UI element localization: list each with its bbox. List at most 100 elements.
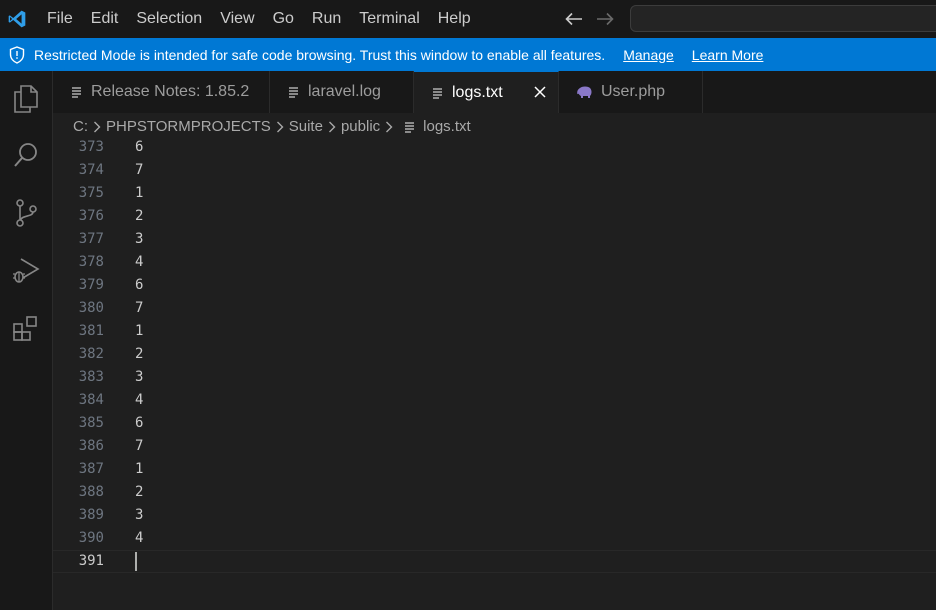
editor-line[interactable]: 380 7 <box>53 297 936 320</box>
editor-line[interactable]: 379 6 <box>53 274 936 297</box>
extensions-icon[interactable] <box>0 306 52 352</box>
line-text: 2 <box>135 208 144 224</box>
tab-user-php[interactable]: User.php <box>559 71 703 113</box>
lines-icon <box>432 87 444 99</box>
editor-line[interactable]: 374 7 <box>53 159 936 182</box>
line-number: 379 <box>78 277 104 293</box>
editor-line[interactable]: 382 2 <box>53 343 936 366</box>
banner-message: Restricted Mode is intended for safe cod… <box>34 46 606 63</box>
menu-run[interactable]: Run <box>303 0 350 38</box>
breadcrumb-item[interactable]: C: <box>73 118 88 135</box>
text-editor[interactable]: 373 6 374 7 375 1 376 2 377 3 378 4 379 6 380 7 381 1 382 2… <box>53 140 936 610</box>
tab-laravel-log[interactable]: laravel.log <box>270 71 414 113</box>
learn-more-link[interactable]: Learn More <box>692 47 764 63</box>
editor-line[interactable]: 375 1 <box>53 182 936 205</box>
line-number: 374 <box>78 162 104 178</box>
breadcrumb-item[interactable]: PHPSTORMPROJECTS <box>106 118 271 135</box>
editor-line[interactable]: 390 4 <box>53 527 936 550</box>
editor-line[interactable]: 381 1 <box>53 320 936 343</box>
line-text: 6 <box>135 415 144 431</box>
line-number: 384 <box>78 392 104 408</box>
menu-help[interactable]: Help <box>429 0 480 38</box>
menu-go[interactable]: Go <box>264 0 303 38</box>
vscode-logo-icon <box>0 0 34 38</box>
line-text: 3 <box>135 507 144 523</box>
line-number: 380 <box>78 300 104 316</box>
line-text: 7 <box>135 162 144 178</box>
line-number: 387 <box>78 461 104 477</box>
line-number: 375 <box>78 185 104 201</box>
editor-line[interactable]: 376 2 <box>53 205 936 228</box>
menu-edit[interactable]: Edit <box>82 0 128 38</box>
line-text: 1 <box>135 461 144 477</box>
line-number: 382 <box>78 346 104 362</box>
editor-line[interactable]: 385 6 <box>53 412 936 435</box>
source-control-icon[interactable] <box>0 190 52 236</box>
breadcrumb: C: PHPSTORMPROJECTS Suite public logs.tx… <box>53 113 936 140</box>
line-number: 389 <box>78 507 104 523</box>
line-number: 381 <box>78 323 104 339</box>
line-text: 7 <box>135 300 144 316</box>
line-number: 385 <box>78 415 104 431</box>
line-text: 7 <box>135 438 144 454</box>
editor-line[interactable]: 384 4 <box>53 389 936 412</box>
menu-terminal[interactable]: Terminal <box>350 0 428 38</box>
editor-line[interactable]: 386 7 <box>53 435 936 458</box>
chevron-right-icon <box>385 121 393 133</box>
editor-line[interactable]: 383 3 <box>53 366 936 389</box>
line-number: 377 <box>78 231 104 247</box>
lines-icon <box>288 86 300 98</box>
lines-icon <box>71 86 83 98</box>
line-number: 386 <box>78 438 104 454</box>
text-cursor <box>135 552 137 571</box>
line-text: 4 <box>135 392 144 408</box>
editor-tabs: Release Notes: 1.85.2 laravel.log logs.t… <box>53 71 936 113</box>
breadcrumb-item: logs.txt <box>423 118 471 135</box>
editor-line[interactable]: 389 3 <box>53 504 936 527</box>
manage-link[interactable]: Manage <box>623 47 674 63</box>
menu-file[interactable]: File <box>38 0 82 38</box>
menu-view[interactable]: View <box>211 0 263 38</box>
editor-line[interactable]: 391 <box>53 550 936 573</box>
editor-line[interactable]: 373 6 <box>53 140 936 159</box>
forward-arrow-icon[interactable] <box>594 9 616 29</box>
tab-label: User.php <box>601 83 666 100</box>
line-number: 390 <box>78 530 104 546</box>
chevron-right-icon <box>276 121 284 133</box>
line-number: 373 <box>78 140 104 155</box>
menu-selection[interactable]: Selection <box>127 0 211 38</box>
chevron-right-icon <box>93 121 101 133</box>
line-text: 6 <box>135 140 144 155</box>
breadcrumb-item[interactable]: public <box>341 118 380 135</box>
tab-release-notes[interactable]: Release Notes: 1.85.2 <box>53 71 270 113</box>
line-text: 4 <box>135 254 144 270</box>
editor-line[interactable]: 378 4 <box>53 251 936 274</box>
line-number: 383 <box>78 369 104 385</box>
line-number: 391 <box>78 553 104 569</box>
explorer-icon[interactable] <box>0 76 52 122</box>
search-icon[interactable] <box>0 132 52 178</box>
tab-label: logs.txt <box>452 83 503 101</box>
lines-icon <box>404 121 416 133</box>
breadcrumb-item[interactable]: Suite <box>289 118 323 135</box>
line-number: 378 <box>78 254 104 270</box>
shield-icon <box>9 45 25 64</box>
title-bar: File Edit Selection View Go Run Terminal… <box>0 0 936 38</box>
editor-line[interactable]: 377 3 <box>53 228 936 251</box>
back-arrow-icon[interactable] <box>563 9 585 29</box>
line-text: 1 <box>135 185 144 201</box>
tab-logs-txt[interactable]: logs.txt <box>414 71 559 113</box>
editor-line[interactable]: 387 1 <box>53 458 936 481</box>
tab-label: Release Notes: 1.85.2 <box>91 83 250 100</box>
line-text: 2 <box>135 484 144 500</box>
line-text: 3 <box>135 369 144 385</box>
command-center-search[interactable] <box>630 5 936 32</box>
run-debug-icon[interactable] <box>0 247 52 293</box>
restricted-mode-banner: Restricted Mode is intended for safe cod… <box>0 38 936 71</box>
close-icon[interactable] <box>532 84 548 100</box>
breadcrumb-file[interactable]: logs.txt <box>398 118 471 135</box>
line-number: 376 <box>78 208 104 224</box>
chevron-right-icon <box>328 121 336 133</box>
editor-line[interactable]: 388 2 <box>53 481 936 504</box>
line-text: 4 <box>135 530 144 546</box>
